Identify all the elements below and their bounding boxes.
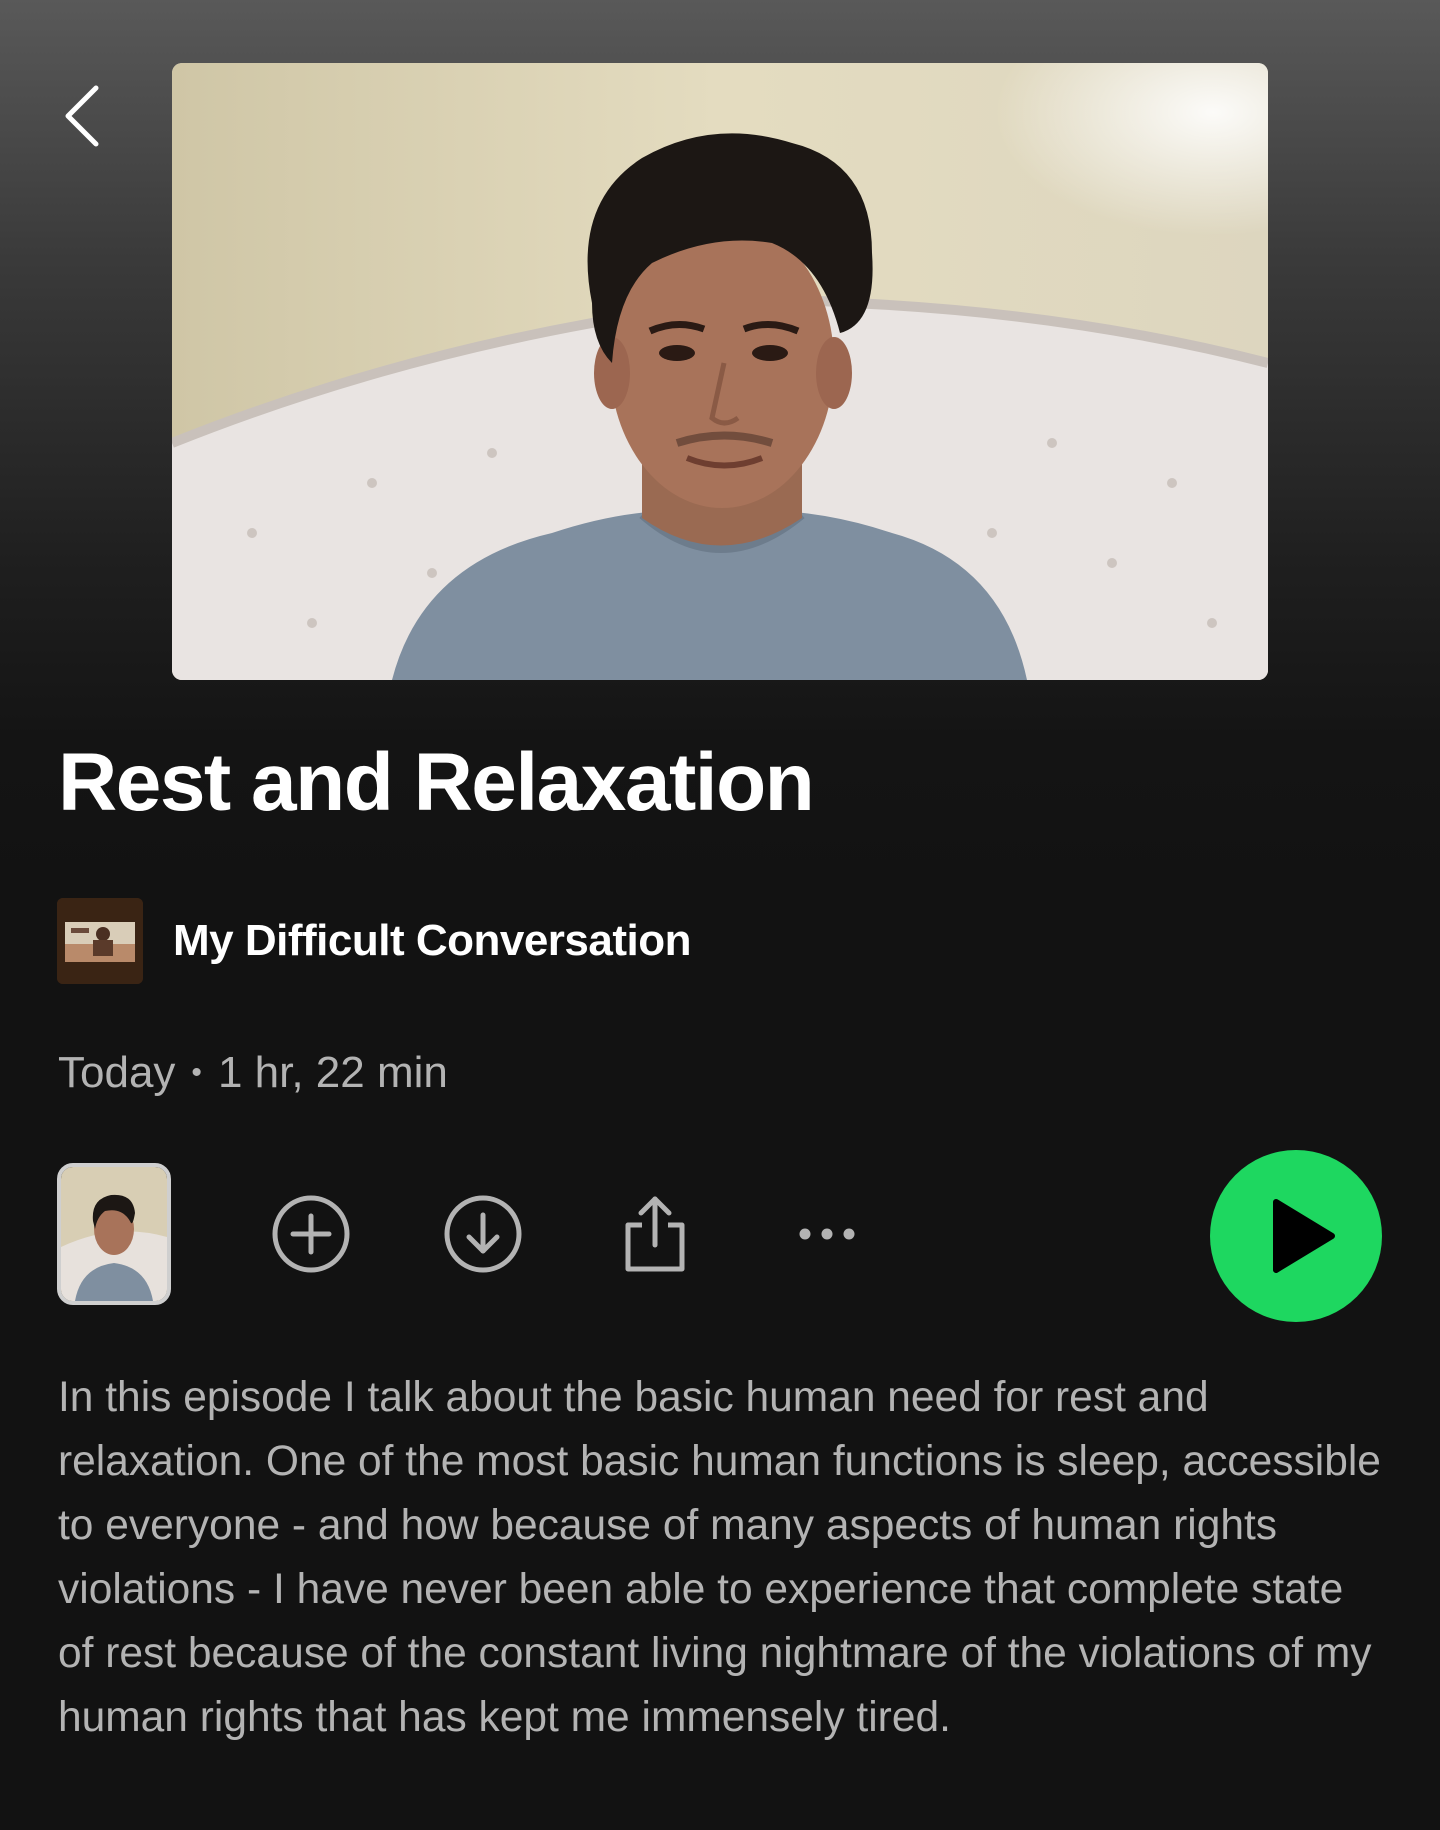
- episode-meta: Today • 1 hr, 22 min: [58, 1048, 448, 1098]
- download-button[interactable]: [438, 1189, 528, 1279]
- add-to-library-button[interactable]: [266, 1189, 356, 1279]
- plus-circle-icon: [272, 1195, 350, 1273]
- chevron-left-icon: [65, 85, 99, 147]
- video-preview-button[interactable]: [57, 1163, 171, 1305]
- episode-date: Today: [58, 1048, 176, 1097]
- episode-title: Rest and Relaxation: [58, 737, 815, 828]
- share-button[interactable]: [610, 1189, 700, 1279]
- episode-cover-image: [172, 63, 1268, 680]
- episode-screen: Rest and Relaxation My Difficult Convers…: [0, 0, 1440, 1830]
- more-horizontal-icon: [799, 1228, 855, 1240]
- download-circle-icon: [444, 1195, 522, 1273]
- play-icon: [1273, 1199, 1335, 1273]
- share-icon: [625, 1196, 685, 1272]
- more-options-button[interactable]: [782, 1189, 872, 1279]
- play-button[interactable]: [1210, 1150, 1382, 1322]
- show-name: My Difficult Conversation: [173, 916, 692, 965]
- episode-duration: 1 hr, 22 min: [217, 1048, 448, 1097]
- action-bar: [0, 1150, 1440, 1322]
- episode-description: In this episode I talk about the basic h…: [58, 1374, 1381, 1741]
- back-button[interactable]: [56, 80, 112, 152]
- show-thumbnail: [57, 898, 143, 984]
- meta-separator: •: [191, 1056, 202, 1089]
- show-link[interactable]: My Difficult Conversation: [57, 898, 692, 984]
